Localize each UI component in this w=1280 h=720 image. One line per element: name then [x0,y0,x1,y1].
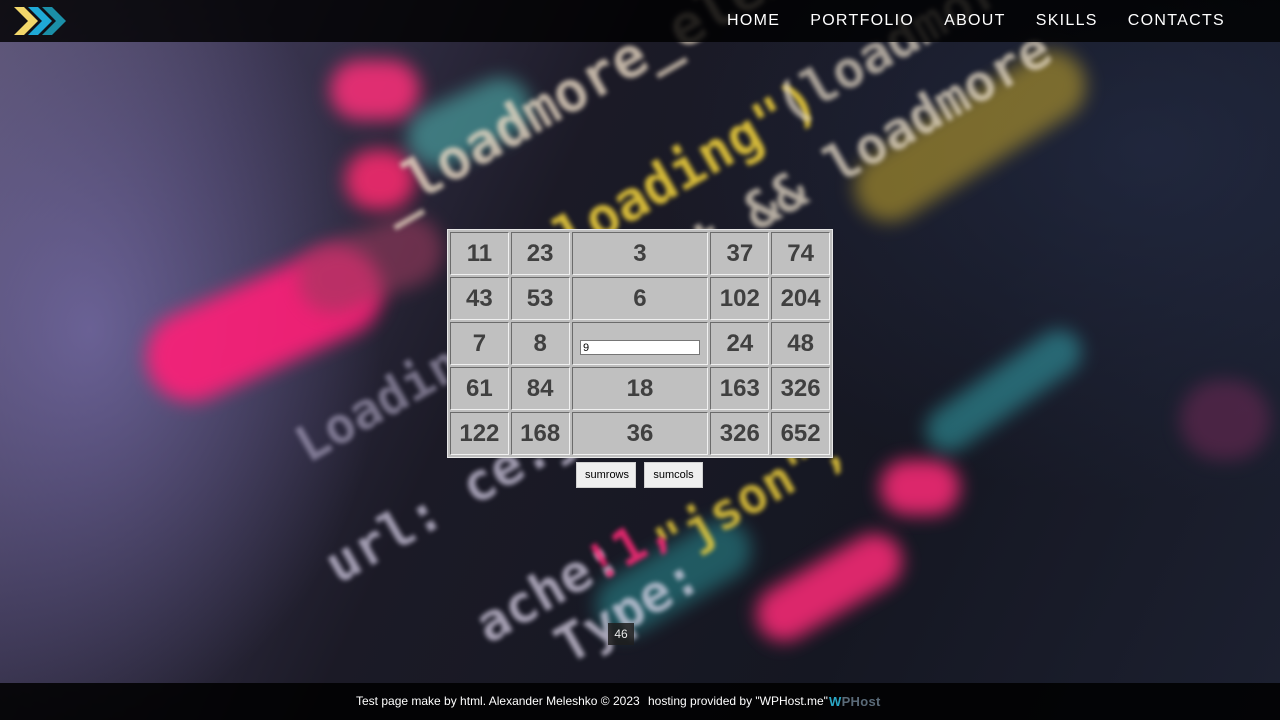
table-row: 11 23 3 37 74 [450,232,830,275]
table-cell: 18 [571,367,709,410]
table-cell: 8 [510,322,570,365]
table-cell: 102 [710,277,770,320]
main-nav: HOME PORTFOLIO ABOUT SKILLS CONTACTS [697,0,1225,42]
table-cell: 61 [450,367,509,410]
nav-skills[interactable]: SKILLS [1036,12,1098,30]
table-cell: 163 [710,367,770,410]
number-table: 11 23 3 37 74 43 53 6 102 204 7 8 24 48 … [447,229,833,458]
table-row: 7 8 24 48 [450,322,830,365]
nav-contacts[interactable]: CONTACTS [1128,12,1225,30]
table-cell: 326 [710,412,770,455]
cell-number-input[interactable] [579,340,700,355]
table-cell: 37 [710,232,770,275]
copyright-text: Test page make by html. Alexander Melesh… [356,694,640,708]
sumcols-button[interactable]: sumcols [644,462,703,488]
table-cell: 204 [771,277,830,320]
nav-home[interactable]: HOME [727,12,780,30]
nav-about[interactable]: ABOUT [944,12,1006,30]
table-cell: 7 [450,322,509,365]
table-cell: 48 [771,322,830,365]
site-header: HOME PORTFOLIO ABOUT SKILLS CONTACTS [0,0,1280,42]
nav-portfolio[interactable]: PORTFOLIO [810,12,914,30]
table-cell: 3 [571,232,709,275]
table-cell: 53 [510,277,570,320]
table-cell: 6 [571,277,709,320]
site-footer: Test page make by html. Alexander Melesh… [0,683,1280,720]
table-cell: 23 [510,232,570,275]
table-cell-input [571,322,709,365]
table-cell: 122 [450,412,509,455]
wphost-logo-rest: PHost [841,694,881,709]
table-cell: 36 [571,412,709,455]
table-cell: 652 [771,412,830,455]
chevrons-logo-icon[interactable] [14,5,70,37]
table-cell: 43 [450,277,509,320]
table-cell: 326 [771,367,830,410]
table-cell: 11 [450,232,509,275]
hosting-text: hosting provided by "WPHost.me" [648,694,828,708]
table-row: 43 53 6 102 204 [450,277,830,320]
table-cell: 74 [771,232,830,275]
wphost-logo-link[interactable]: WPHost [829,694,881,709]
table-row: 61 84 18 163 326 [450,367,830,410]
table-cell: 84 [510,367,570,410]
wphost-logo-w: W [829,694,842,709]
result-value: 46 [608,623,634,645]
table-cell: 168 [510,412,570,455]
sumrows-button[interactable]: sumrows [576,462,636,488]
table-cell: 24 [710,322,770,365]
table-row: 122 168 36 326 652 [450,412,830,455]
